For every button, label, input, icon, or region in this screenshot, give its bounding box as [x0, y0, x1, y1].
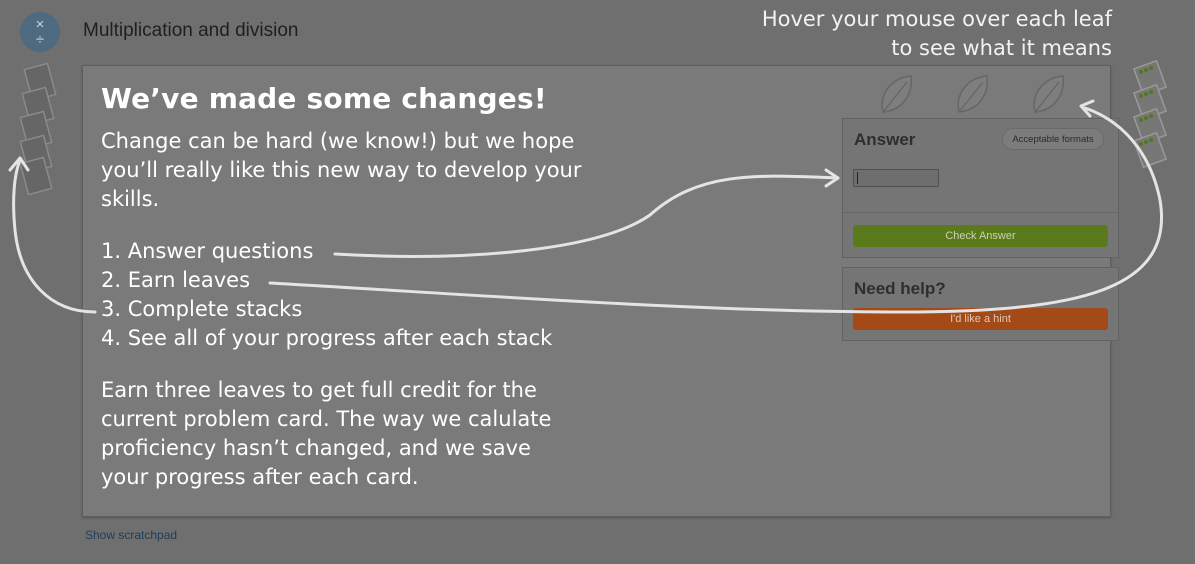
leaf-icon[interactable]: [1029, 72, 1069, 116]
hint-button[interactable]: I'd like a hint: [853, 308, 1108, 330]
check-answer-button[interactable]: Check Answer: [853, 225, 1108, 247]
steps-list: 1. Answer questions 2. Earn leaves 3. Co…: [101, 237, 621, 353]
show-scratchpad-link[interactable]: Show scratchpad: [85, 528, 177, 542]
hover-hint: Hover your mouse over each leaf to see w…: [762, 5, 1112, 63]
step-item: 1. Answer questions: [101, 239, 314, 263]
text-caret: [857, 172, 858, 184]
hover-hint-line-1: Hover your mouse over each leaf: [761, 7, 1112, 31]
leaf-icon[interactable]: [953, 72, 993, 116]
leaf-icon[interactable]: [877, 72, 917, 116]
announcement-intro: Change can be hard (we know!) but we hop…: [101, 129, 582, 211]
announcement-heading: We’ve made some changes!: [101, 82, 547, 115]
acceptable-formats-button[interactable]: Acceptable formats: [1002, 128, 1104, 150]
hover-hint-line-2: to see what it means: [891, 36, 1112, 60]
answer-input[interactable]: [853, 169, 939, 187]
step-item: 4. See all of your progress after each s…: [101, 326, 553, 350]
exercise-title: Multiplication and division: [83, 20, 299, 41]
help-title: Need help?: [854, 279, 946, 298]
answer-title: Answer: [854, 130, 916, 149]
answer-divider: [843, 212, 1118, 213]
help-panel: Need help? I'd like a hint: [842, 267, 1119, 341]
answer-panel: Answer Acceptable formats Check Answer: [842, 118, 1119, 258]
step-item: 3. Complete stacks: [101, 297, 303, 321]
announcement-overlay: We’ve made some changes! Change can be h…: [101, 82, 621, 492]
announcement-closing: Earn three leaves to get full credit for…: [101, 378, 552, 489]
step-item: 2. Earn leaves: [101, 268, 251, 292]
completed-card-stack-icon: [1132, 60, 1168, 169]
multiply-divide-icon: × ÷: [20, 12, 60, 52]
card-stack-icon: [19, 62, 57, 196]
